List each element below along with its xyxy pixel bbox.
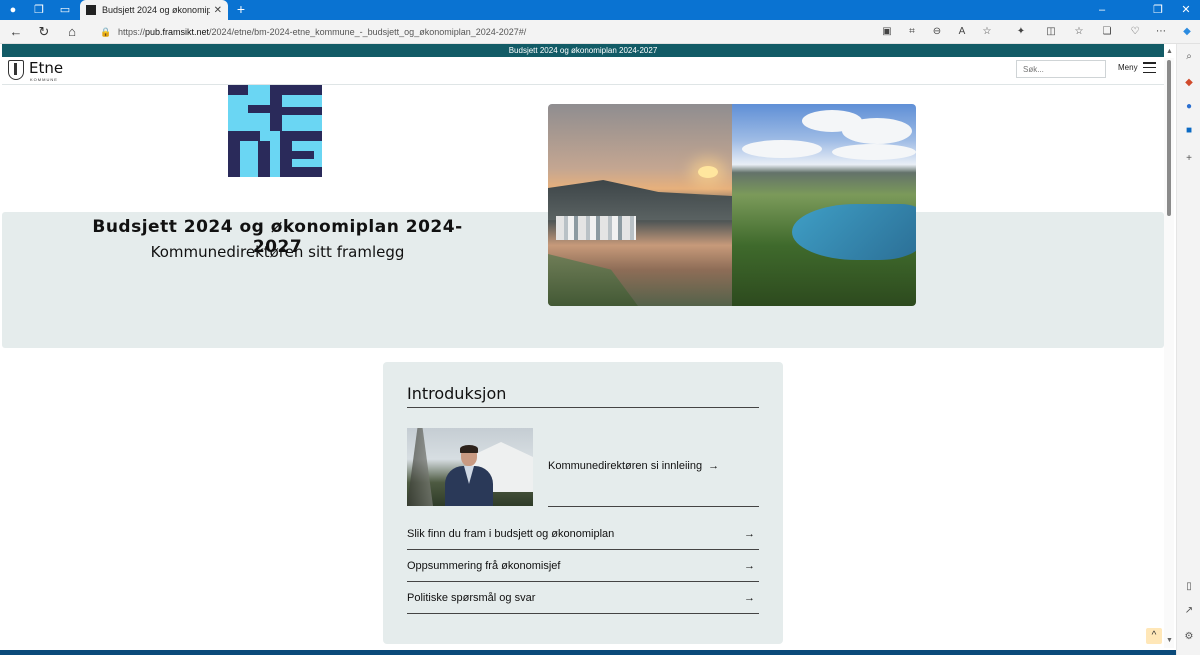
back-to-top-button[interactable]: ^ — [1146, 628, 1162, 644]
close-tab-icon[interactable]: ✕ — [214, 5, 222, 16]
close-window-icon[interactable]: ✕ — [1172, 0, 1200, 20]
divider — [407, 407, 759, 408]
intro-link-summary[interactable]: Oppsummering frå økonomisjef → — [407, 550, 759, 582]
qr-icon[interactable]: ⌗ — [905, 25, 919, 39]
favorites-icon[interactable]: ☆ — [1072, 25, 1086, 39]
valley-lake-photo — [732, 104, 916, 306]
intro-heading: Introduksjon — [407, 384, 507, 403]
search-input[interactable] — [1016, 60, 1106, 78]
outlook-icon[interactable]: ■ — [1182, 124, 1196, 138]
external-link-icon[interactable]: ↗ — [1182, 604, 1196, 618]
director-photo[interactable] — [407, 428, 533, 506]
os-taskbar — [0, 650, 1176, 655]
browser-tab-active[interactable]: Budsjett 2024 og økonomiplan 2 ✕ — [80, 0, 228, 20]
scrollbar-thumb[interactable] — [1167, 60, 1171, 216]
workspaces-icon[interactable]: ❐ — [32, 3, 46, 17]
profile-icon[interactable]: ● — [6, 3, 20, 17]
hero-landscape-image — [548, 104, 916, 306]
page-subtitle: Kommunedirektøren sitt framlegg — [150, 243, 405, 261]
add-sidebar-icon[interactable]: + — [1182, 152, 1196, 166]
more-options-icon[interactable]: ⋯ — [1154, 25, 1168, 39]
arrow-right-icon: → — [744, 559, 755, 572]
hamburger-icon — [1142, 62, 1156, 73]
link-label: Oppsummering frå økonomisjef — [407, 559, 561, 572]
arrow-right-icon: → — [744, 591, 755, 604]
lock-icon[interactable]: 🔒 — [100, 27, 111, 37]
sidebar-layout-icon[interactable]: ▯ — [1182, 580, 1196, 594]
maximize-icon[interactable]: ❐ — [1144, 0, 1172, 20]
web-page: Budsjett 2024 og økonomiplan 2024-2027 E… — [0, 44, 1164, 650]
browser-tab-bar: ● ❐ ▭ Budsjett 2024 og økonomiplan 2 ✕ +… — [0, 0, 1200, 20]
install-app-icon[interactable]: ▣ — [880, 25, 894, 39]
menu-label: Meny — [1118, 63, 1138, 72]
minimize-icon[interactable]: – — [1088, 0, 1116, 20]
logo-name[interactable]: Etne — [29, 59, 63, 77]
arrow-right-icon: → — [708, 460, 720, 472]
menu-button[interactable]: Meny — [1118, 62, 1156, 73]
top-banner: Budsjett 2024 og økonomiplan 2024-2027 — [2, 44, 1164, 57]
zoom-icon[interactable]: ⊖ — [930, 25, 944, 39]
coat-of-arms-icon[interactable] — [8, 60, 24, 80]
featured-link-label: Kommunedirektøren si innleiing — [548, 460, 703, 472]
search-icon[interactable]: ⌕ — [1182, 50, 1196, 64]
intro-card: Introduksjon Kommunedirektøren si innlei… — [383, 362, 783, 644]
intro-link-political-qa[interactable]: Politiske spørsmål og svar → — [407, 582, 759, 614]
url-domain: pub.framsikt.net — [145, 27, 210, 37]
arrow-right-icon: → — [744, 527, 755, 540]
split-screen-icon[interactable]: ◫ — [1044, 25, 1058, 39]
logo-subtitle: KOMMUNE — [30, 77, 58, 82]
home-icon[interactable]: ⌂ — [64, 24, 80, 40]
link-label: Slik finn du fram i budsjett og økonomip… — [407, 527, 615, 540]
browser-essentials-icon[interactable]: ♡ — [1128, 25, 1142, 39]
browser-sidebar: ⌕ ◆ ● ■ + ▯ ↗ ⚙ — [1176, 44, 1200, 655]
site-header: Etne KOMMUNE Meny — [2, 57, 1164, 85]
tab-title: Budsjett 2024 og økonomiplan 2 — [102, 5, 210, 15]
extensions-icon[interactable]: ✦ — [1014, 25, 1028, 39]
link-label: Politiske spørsmål og svar — [407, 591, 536, 604]
collections-icon[interactable]: ❏ — [1100, 25, 1114, 39]
settings-gear-icon[interactable]: ⚙ — [1182, 630, 1196, 644]
site-favicon-icon — [86, 5, 96, 15]
sunset-fjord-photo — [548, 104, 732, 306]
new-tab-icon[interactable]: + — [234, 2, 248, 16]
scroll-down-icon[interactable]: ▼ — [1166, 637, 1173, 644]
back-icon[interactable]: ← — [8, 24, 24, 40]
featured-link-director-intro[interactable]: Kommunedirektøren si innleiing → — [548, 460, 719, 472]
url-prefix: https:// — [118, 27, 146, 37]
address-bar[interactable]: 🔒 https://pub.framsikt.net/2024/etne/bm-… — [92, 22, 872, 42]
page-scrollbar[interactable] — [1164, 58, 1174, 648]
scroll-up-icon[interactable]: ▲ — [1166, 48, 1173, 55]
office-icon[interactable]: ● — [1182, 100, 1196, 114]
read-aloud-icon[interactable]: A — [955, 25, 969, 39]
intro-link-guide[interactable]: Slik finn du fram i budsjett og økonomip… — [407, 518, 759, 550]
browser-toolbar: ← ↻ ⌂ 🔒 https://pub.framsikt.net/2024/et… — [0, 20, 1200, 44]
reload-icon[interactable]: ↻ — [36, 24, 52, 40]
tab-actions-icon[interactable]: ▭ — [58, 3, 72, 17]
url-path: /2024/etne/bm-2024-etne_kommune_-_budsje… — [209, 27, 527, 37]
divider — [548, 506, 759, 507]
copilot-icon[interactable]: ◆ — [1180, 25, 1194, 39]
shopping-icon[interactable]: ◆ — [1182, 76, 1196, 90]
ene-graphic-logo — [228, 85, 322, 177]
favorite-star-icon[interactable]: ☆ — [980, 25, 994, 39]
